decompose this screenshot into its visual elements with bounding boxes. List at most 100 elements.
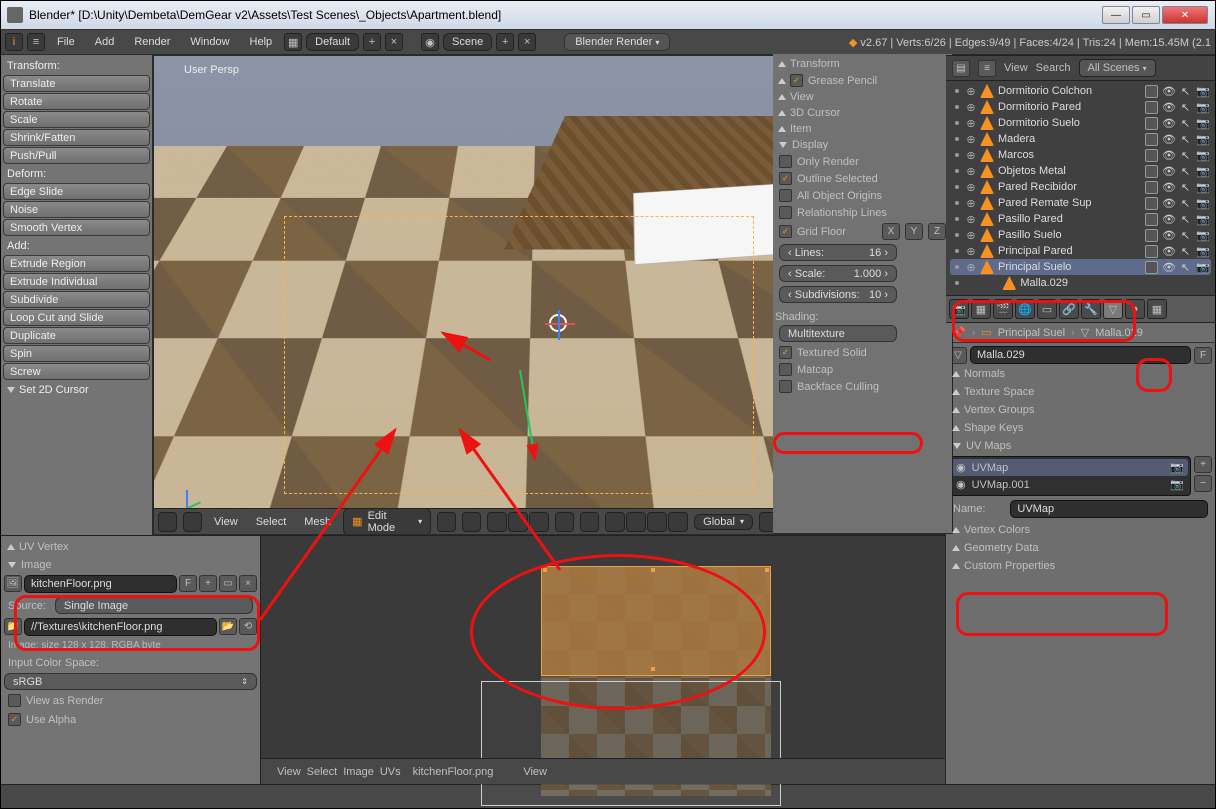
collapse-menus-icon[interactable] [183, 512, 202, 532]
fake-user-button[interactable]: F [179, 575, 197, 592]
material-tab-icon[interactable]: ● [1125, 299, 1145, 319]
outliner-row[interactable]: ⊕Pasillo Suelo👁↖📷 [950, 227, 1211, 243]
shading-mode-select[interactable]: Multitexture [779, 325, 897, 342]
cursor-icon[interactable]: ↖ [1179, 101, 1192, 114]
scale-field[interactable]: ‹ Scale:1.000 › [779, 265, 897, 282]
limit-visible-icon[interactable] [555, 512, 574, 532]
render-icon[interactable]: 📷 [1196, 101, 1209, 114]
shape-keys-section[interactable]: Shape Keys [949, 420, 1212, 436]
scene-remove-button[interactable]: × [518, 33, 536, 51]
render-icon[interactable]: 📷 [1196, 149, 1209, 162]
collapse-menus-icon[interactable]: ≡ [27, 33, 45, 51]
uv-add-button[interactable]: + [1194, 456, 1212, 473]
rotate-button[interactable]: Rotate [3, 93, 150, 110]
cursor-icon[interactable]: ↖ [1179, 213, 1192, 226]
eye-icon[interactable]: 👁 [1162, 165, 1175, 178]
eye-icon[interactable]: 👁 [1162, 213, 1175, 226]
axis-x-button[interactable]: X [882, 223, 900, 240]
mesh-menu[interactable]: Mesh [298, 514, 337, 530]
layout-remove-button[interactable]: × [385, 33, 403, 51]
fake-user-button[interactable]: F [1194, 347, 1212, 364]
outliner-row[interactable]: ⊕Objetos Metal👁↖📷 [950, 163, 1211, 179]
outliner-view-menu[interactable]: View [1004, 62, 1028, 74]
scale-button[interactable]: Scale [3, 111, 150, 128]
eye-icon[interactable]: 👁 [1162, 197, 1175, 210]
loop-cut-button[interactable]: Loop Cut and Slide [3, 309, 150, 326]
window-minimize-button[interactable]: — [1102, 6, 1130, 24]
uv-remove-button[interactable]: − [1194, 475, 1212, 492]
modifiers-tab-icon[interactable]: 🔧 [1081, 299, 1101, 319]
constraints-tab-icon[interactable]: 🔗 [1059, 299, 1079, 319]
object-tab-icon[interactable]: ▭ [1037, 299, 1057, 319]
scale-manip-icon[interactable] [668, 512, 688, 532]
scene-browse-icon[interactable]: ◉ [421, 33, 439, 51]
menu-window[interactable]: Window [182, 34, 237, 50]
outliner-row[interactable]: ⊕Principal Pared👁↖📷 [950, 243, 1211, 259]
eye-icon[interactable]: 👁 [1162, 149, 1175, 162]
outliner-row[interactable]: ⊕Dormitorio Suelo👁↖📷 [950, 115, 1211, 131]
uv-vertex-section[interactable]: UV Vertex [4, 539, 257, 555]
render-icon[interactable]: 📷 [1196, 261, 1209, 274]
select-menu[interactable]: Select [250, 514, 293, 530]
render-icon[interactable]: 📷 [1196, 213, 1209, 226]
render-icon[interactable]: 📷 [1196, 181, 1209, 194]
menu-add[interactable]: Add [87, 34, 123, 50]
eye-icon[interactable]: 👁 [1162, 229, 1175, 242]
texture-tab-icon[interactable]: ▦ [1147, 299, 1167, 319]
subdivide-button[interactable]: Subdivide [3, 291, 150, 308]
textured-solid-check[interactable]: ✓Textured Solid [775, 344, 950, 361]
outliner-row[interactable]: ⊕Pasillo Pared👁↖📷 [950, 211, 1211, 227]
editor-type-icon[interactable]: i [5, 33, 23, 51]
uv-image-menu[interactable]: Image [343, 766, 374, 778]
outliner-row[interactable]: ⊕Dormitorio Colchon👁↖📷 [950, 83, 1211, 99]
camera-icon[interactable]: 📷 [1170, 461, 1184, 474]
cursor-icon[interactable]: ↖ [1179, 197, 1192, 210]
uv-map-row[interactable]: ◉UVMap📷 [952, 459, 1188, 476]
reload-button[interactable]: ⟲ [239, 618, 257, 635]
cursor-icon[interactable]: ↖ [1179, 261, 1192, 274]
image-add-button[interactable]: + [199, 575, 217, 592]
image-section[interactable]: Image [4, 557, 257, 573]
layers-tab-icon[interactable]: ▦ [971, 299, 991, 319]
collapse-menus-icon[interactable]: ≡ [978, 60, 996, 77]
smooth-vertex-button[interactable]: Smooth Vertex [3, 219, 150, 236]
render-icon[interactable]: 📷 [1196, 133, 1209, 146]
cursor-icon[interactable]: ↖ [1179, 245, 1192, 258]
push-pull-button[interactable]: Push/Pull [3, 147, 150, 164]
render-icon[interactable]: 📷 [1196, 197, 1209, 210]
menu-render[interactable]: Render [126, 34, 178, 50]
uv-map-row[interactable]: ◉UVMap.001📷 [952, 476, 1188, 493]
image-remove-button[interactable]: × [239, 575, 257, 592]
uv-name-field[interactable]: UVMap [1010, 500, 1208, 518]
manipulator-icon[interactable] [605, 512, 625, 532]
eye-icon[interactable]: 👁 [1162, 261, 1175, 274]
vertex-groups-section[interactable]: Vertex Groups [949, 402, 1212, 418]
subdivisions-field[interactable]: ‹ Subdivisions:10 › [779, 286, 897, 303]
uv-view-menu[interactable]: View [277, 766, 301, 778]
prop-edit-icon[interactable] [580, 512, 599, 532]
image-name-field[interactable]: kitchenFloor.png [24, 575, 177, 593]
scene-tab-icon[interactable]: 🎬 [993, 299, 1013, 319]
transform-section[interactable]: Transform [775, 56, 950, 72]
image-browse-icon[interactable]: 🖼 [4, 575, 22, 592]
shrink-fatten-button[interactable]: Shrink/Fatten [3, 129, 150, 146]
color-space-select[interactable]: sRGB⇕ [4, 673, 257, 690]
window-maximize-button[interactable]: ▭ [1132, 6, 1160, 24]
backface-culling-check[interactable]: Backface Culling [775, 378, 950, 395]
last-operator-panel[interactable]: Set 2D Cursor [3, 381, 150, 399]
orientation-select[interactable]: Global▾ [694, 514, 753, 530]
scene-select[interactable]: Scene [443, 33, 492, 51]
normals-section[interactable]: Normals [949, 366, 1212, 382]
item-section[interactable]: Item [775, 121, 950, 137]
mesh-name-field[interactable]: Malla.029 [970, 346, 1191, 364]
render-tab-icon[interactable]: 📷 [949, 299, 969, 319]
render-icon[interactable]: 📷 [1196, 245, 1209, 258]
shading-select-icon[interactable] [437, 512, 456, 532]
header-image-field[interactable]: kitchenFloor.png [413, 766, 494, 778]
screw-button[interactable]: Screw [3, 363, 150, 380]
cursor-icon[interactable]: ↖ [1179, 165, 1192, 178]
outline-selected-check[interactable]: ✓Outline Selected [775, 170, 950, 187]
open-file-button[interactable]: 📂 [219, 618, 237, 635]
cursor-icon[interactable]: ↖ [1179, 149, 1192, 162]
noise-button[interactable]: Noise [3, 201, 150, 218]
